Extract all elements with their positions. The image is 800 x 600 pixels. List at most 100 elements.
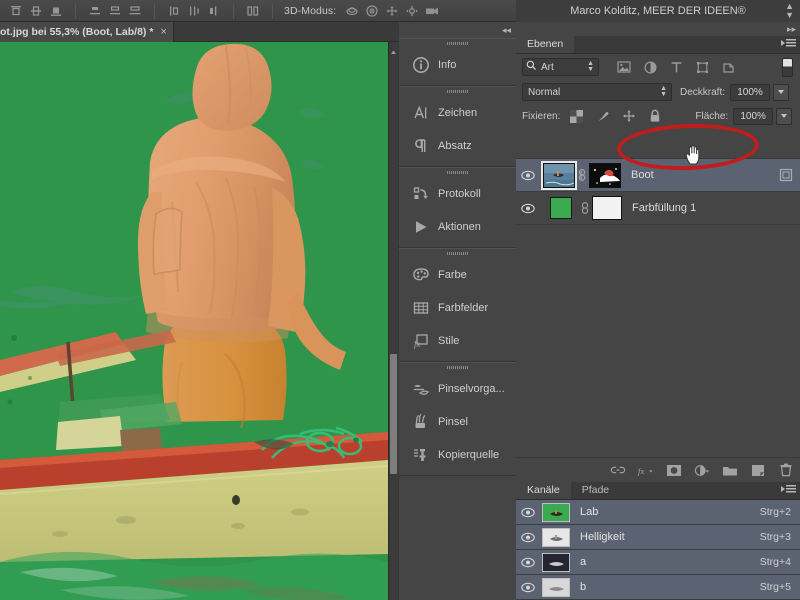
dock-item-farbe[interactable]: Farbe: [399, 258, 516, 291]
table-row[interactable]: Lab Strg+2: [516, 500, 800, 525]
new-group-icon[interactable]: [722, 462, 738, 478]
filter-shape-icon[interactable]: [694, 59, 710, 75]
channel-name: Lab: [580, 506, 599, 518]
delete-layer-icon[interactable]: [778, 462, 794, 478]
layer-mask-thumbnail[interactable]: [589, 162, 621, 188]
lock-all-icon[interactable]: [647, 109, 662, 124]
add-layer-mask-icon[interactable]: [666, 462, 682, 478]
b-channel-thumbnail[interactable]: [542, 577, 570, 597]
right-dock-collapse-button[interactable]: ▸▸: [516, 22, 800, 36]
filter-type-icon[interactable]: [668, 59, 684, 75]
layer-filter-kind-select[interactable]: Art ▲ ▼: [522, 58, 599, 76]
link-layers-icon[interactable]: [610, 462, 626, 478]
filter-enable-toggle[interactable]: [782, 57, 793, 77]
dock-grip[interactable]: [399, 249, 516, 258]
dock-item-farbfelder[interactable]: Farbfelder: [399, 291, 516, 324]
workspace-spinner-icon[interactable]: ▲ ▼: [785, 2, 794, 20]
fill-dropdown-arrow-icon[interactable]: [776, 107, 793, 125]
3d-orbit-icon[interactable]: [342, 2, 362, 20]
scrollbar-thumb[interactable]: [390, 354, 397, 474]
filter-smartobject-icon[interactable]: [720, 59, 736, 75]
tab-ebenen[interactable]: Ebenen: [516, 35, 575, 53]
table-row[interactable]: Farbfüllung 1: [516, 192, 800, 225]
scroll-up-arrow-icon[interactable]: [389, 44, 398, 54]
table-row[interactable]: a Strg+4: [516, 550, 800, 575]
layer-fx-icon[interactable]: fx: [638, 462, 654, 478]
dock-grip[interactable]: [399, 39, 516, 48]
distribute-top-edges-icon[interactable]: [85, 2, 105, 20]
dock-item-absatz[interactable]: Absatz: [399, 129, 516, 162]
styles-fx-icon: fx: [408, 330, 434, 352]
white-mask-thumbnail[interactable]: [592, 196, 622, 220]
clone-source-icon: [408, 444, 434, 466]
distribute-bottom-edges-icon[interactable]: [125, 2, 145, 20]
dock-item-zeichen[interactable]: Zeichen: [399, 96, 516, 129]
dock-grip[interactable]: [399, 363, 516, 372]
hand-pointer-cursor: [685, 145, 700, 165]
dock-item-info[interactable]: Info: [399, 48, 516, 81]
dock-item-pinselvorgaben[interactable]: Pinselvorga...: [399, 372, 516, 405]
workspace-title-bar: Marco Kolditz, MEER DER IDEEN® ▲ ▼: [516, 0, 800, 22]
a-channel-thumbnail[interactable]: [542, 552, 570, 572]
lab-composite-thumbnail[interactable]: [542, 502, 570, 522]
distribute-left-edges-icon[interactable]: [164, 2, 184, 20]
link-icon[interactable]: [578, 201, 592, 215]
3d-pan-icon[interactable]: [382, 2, 402, 20]
fill-value[interactable]: 100%: [733, 107, 774, 125]
3d-camera-icon[interactable]: [422, 2, 442, 20]
dock-item-stile[interactable]: fx Stile: [399, 324, 516, 357]
opacity-value[interactable]: 100%: [730, 83, 771, 101]
panel-menu-icon[interactable]: [781, 485, 796, 493]
layer-visibility-toggle[interactable]: [516, 192, 540, 225]
lightness-thumbnail[interactable]: [542, 527, 570, 547]
align-bottom-edges-icon[interactable]: [46, 2, 66, 20]
close-icon[interactable]: ×: [160, 26, 166, 38]
panel-menu-icon[interactable]: [781, 39, 796, 47]
lock-transparent-pixels-icon[interactable]: [569, 109, 584, 124]
table-row[interactable]: Helligkeit Strg+3: [516, 525, 800, 550]
filter-pixel-icon[interactable]: [616, 59, 632, 75]
dock-item-pinsel[interactable]: Pinsel: [399, 405, 516, 438]
canvas-vertical-scrollbar[interactable]: [388, 42, 397, 600]
photo-thumbnail[interactable]: [541, 160, 577, 190]
lock-image-pixels-icon[interactable]: [595, 109, 610, 124]
dock-item-aktionen[interactable]: Aktionen: [399, 210, 516, 243]
dock-grip[interactable]: [399, 87, 516, 96]
chevron-updown-icon[interactable]: ▲ ▼: [587, 60, 594, 73]
channel-visibility-toggle[interactable]: [516, 571, 540, 600]
distribute-vertical-centers-icon[interactable]: [105, 2, 125, 20]
solid-color-green-thumbnail[interactable]: [550, 197, 572, 219]
channel-name: b: [580, 581, 587, 593]
chevron-updown-icon[interactable]: ▲ ▼: [660, 85, 667, 98]
distribute-horizontal-centers-icon[interactable]: [184, 2, 204, 20]
3d-slide-icon[interactable]: [402, 2, 422, 20]
dock-grip[interactable]: [399, 168, 516, 177]
layer-name[interactable]: Boot: [631, 169, 654, 181]
table-row[interactable]: Boot: [516, 159, 800, 192]
smart-object-badge-icon[interactable]: [779, 168, 793, 187]
toolbar-separator-3: [233, 2, 234, 19]
channel-shortcut: Strg+2: [759, 506, 791, 518]
dock-collapse-button[interactable]: ◂◂: [399, 22, 516, 38]
layer-name[interactable]: Farbfüllung 1: [632, 202, 696, 214]
tab-pfade[interactable]: Pfade: [571, 481, 620, 499]
document-tab[interactable]: ot.jpg bei 55,3% (Boot, Lab/8) * ×: [0, 22, 174, 42]
layer-visibility-toggle[interactable]: [516, 159, 540, 192]
dock-item-kopierquelle[interactable]: Kopierquelle: [399, 438, 516, 471]
link-icon[interactable]: [575, 168, 589, 182]
canvas-photo: [0, 42, 388, 600]
filter-adjustment-icon[interactable]: [642, 59, 658, 75]
new-layer-icon[interactable]: [750, 462, 766, 478]
dock-item-protokoll[interactable]: Protokoll: [399, 177, 516, 210]
align-top-edges-icon[interactable]: [6, 2, 26, 20]
image-canvas[interactable]: [0, 42, 388, 600]
align-vertical-centers-icon[interactable]: [26, 2, 46, 20]
lock-position-icon[interactable]: [621, 109, 636, 124]
distribute-right-edges-icon[interactable]: [204, 2, 224, 20]
blend-mode-select[interactable]: Normal ▲ ▼: [522, 83, 672, 101]
table-row[interactable]: b Strg+5: [516, 575, 800, 600]
3d-roll-icon[interactable]: [362, 2, 382, 20]
auto-align-layers-icon[interactable]: [243, 2, 263, 20]
opacity-dropdown-arrow-icon[interactable]: [773, 83, 790, 101]
new-adjustment-layer-icon[interactable]: [694, 462, 710, 478]
